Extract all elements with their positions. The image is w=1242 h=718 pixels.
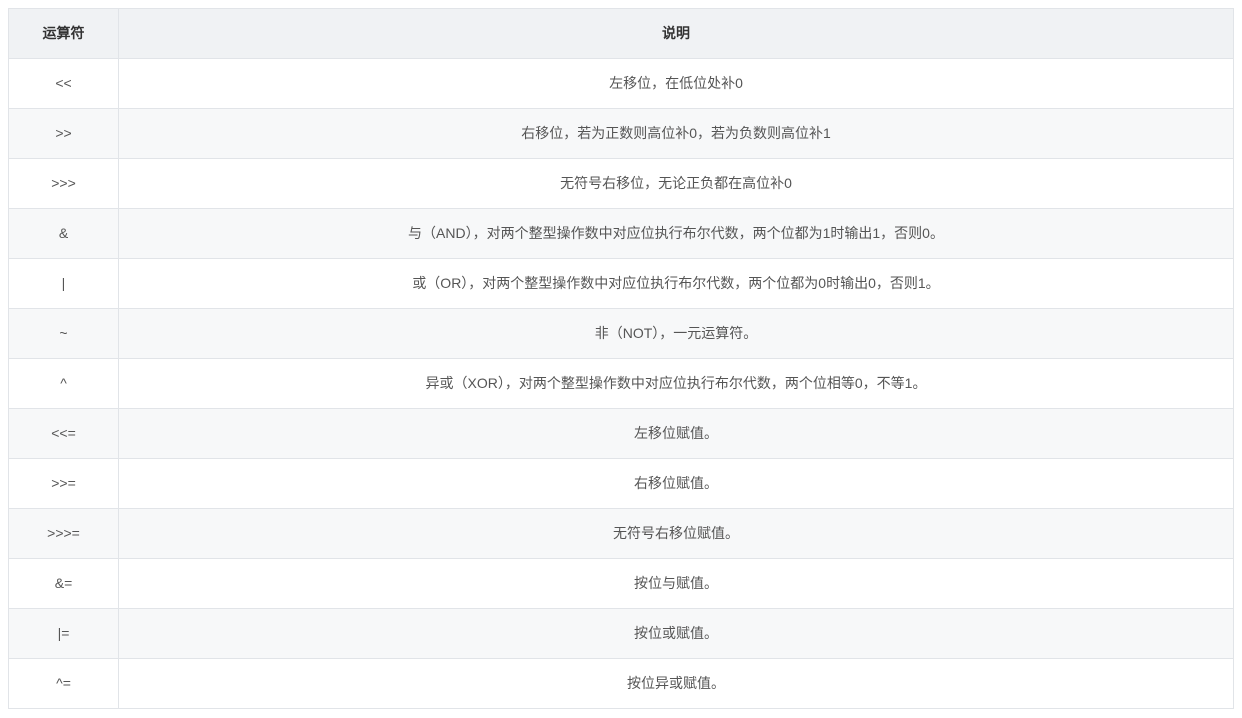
cell-description: 右移位赋值。 xyxy=(119,459,1234,509)
table-row: | 或（OR），对两个整型操作数中对应位执行布尔代数，两个位都为0时输出0，否则… xyxy=(9,259,1234,309)
table-row: << 左移位，在低位处补0 xyxy=(9,59,1234,109)
table-header-row: 运算符 说明 xyxy=(9,9,1234,59)
operators-table: 运算符 说明 << 左移位，在低位处补0 >> 右移位，若为正数则高位补0，若为… xyxy=(8,8,1234,709)
header-operator: 运算符 xyxy=(9,9,119,59)
cell-description: 异或（XOR），对两个整型操作数中对应位执行布尔代数，两个位相等0，不等1。 xyxy=(119,359,1234,409)
cell-operator: |= xyxy=(9,609,119,659)
cell-operator: ~ xyxy=(9,309,119,359)
cell-description: 左移位赋值。 xyxy=(119,409,1234,459)
cell-operator: &= xyxy=(9,559,119,609)
cell-description: 右移位，若为正数则高位补0，若为负数则高位补1 xyxy=(119,109,1234,159)
table-row: >>> 无符号右移位，无论正负都在高位补0 xyxy=(9,159,1234,209)
cell-operator: ^= xyxy=(9,659,119,709)
table-row: ^ 异或（XOR），对两个整型操作数中对应位执行布尔代数，两个位相等0，不等1。 xyxy=(9,359,1234,409)
cell-operator: & xyxy=(9,209,119,259)
cell-description: 非（NOT），一元运算符。 xyxy=(119,309,1234,359)
table-row: >>= 右移位赋值。 xyxy=(9,459,1234,509)
cell-operator: >>= xyxy=(9,459,119,509)
table-row: >>>= 无符号右移位赋值。 xyxy=(9,509,1234,559)
cell-operator: >>> xyxy=(9,159,119,209)
cell-description: 按位异或赋值。 xyxy=(119,659,1234,709)
table-row: & 与（AND），对两个整型操作数中对应位执行布尔代数，两个位都为1时输出1，否… xyxy=(9,209,1234,259)
cell-description: 无符号右移位，无论正负都在高位补0 xyxy=(119,159,1234,209)
cell-description: 与（AND），对两个整型操作数中对应位执行布尔代数，两个位都为1时输出1，否则0… xyxy=(119,209,1234,259)
table-row: ~ 非（NOT），一元运算符。 xyxy=(9,309,1234,359)
cell-description: 按位与赋值。 xyxy=(119,559,1234,609)
cell-description: 左移位，在低位处补0 xyxy=(119,59,1234,109)
cell-operator: >> xyxy=(9,109,119,159)
cell-operator: ^ xyxy=(9,359,119,409)
cell-description: 或（OR），对两个整型操作数中对应位执行布尔代数，两个位都为0时输出0，否则1。 xyxy=(119,259,1234,309)
table-row: &= 按位与赋值。 xyxy=(9,559,1234,609)
cell-operator: | xyxy=(9,259,119,309)
cell-description: 按位或赋值。 xyxy=(119,609,1234,659)
table-row: <<= 左移位赋值。 xyxy=(9,409,1234,459)
cell-operator: << xyxy=(9,59,119,109)
cell-operator: >>>= xyxy=(9,509,119,559)
cell-operator: <<= xyxy=(9,409,119,459)
table-row: ^= 按位异或赋值。 xyxy=(9,659,1234,709)
cell-description: 无符号右移位赋值。 xyxy=(119,509,1234,559)
table-row: |= 按位或赋值。 xyxy=(9,609,1234,659)
table-row: >> 右移位，若为正数则高位补0，若为负数则高位补1 xyxy=(9,109,1234,159)
header-description: 说明 xyxy=(119,9,1234,59)
